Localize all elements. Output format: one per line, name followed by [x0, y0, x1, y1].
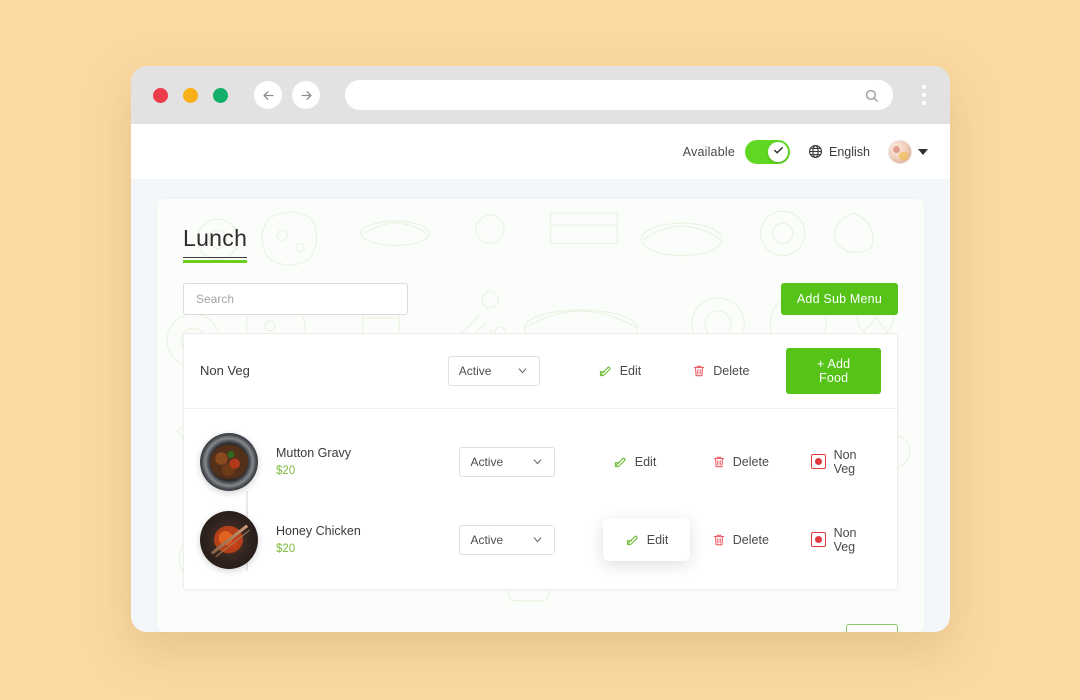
availability-control: Available: [682, 139, 790, 164]
app-header: Available English: [131, 124, 950, 179]
food-name: Mutton Gravy: [276, 446, 352, 460]
food-info: Honey Chicken $20: [200, 510, 459, 569]
language-selector[interactable]: English: [808, 144, 870, 159]
diet-type-label: Non Veg: [833, 525, 857, 554]
browser-chrome: [131, 66, 950, 124]
food-delete-cell: Delete: [702, 525, 811, 555]
content-card: Lunch Add Sub Menu Non Veg Active: [157, 199, 924, 632]
table-row: Mutton Gravy $20 Active Edit Delete Non …: [200, 423, 881, 501]
category-name: Non Veg: [200, 363, 250, 378]
kebab-menu-icon: [922, 93, 926, 97]
caret-down-icon: [918, 148, 928, 155]
add-food-button[interactable]: + Add Food: [786, 347, 881, 394]
trash-icon: [712, 455, 726, 469]
card-inner: Lunch Add Sub Menu Non Veg Active: [157, 199, 924, 632]
food-status-value: Active: [470, 454, 504, 469]
food-delete-label: Delete: [732, 532, 769, 547]
kebab-menu-icon: [922, 101, 926, 105]
food-thumbnail: [200, 432, 258, 491]
diet-type-label: Non Veg: [833, 447, 857, 476]
food-delete-button[interactable]: Delete: [702, 525, 779, 555]
table-row: Honey Chicken $20 Active Edit Delete Non…: [200, 501, 881, 579]
add-sub-menu-button[interactable]: Add Sub Menu: [780, 282, 898, 315]
menu-panel: Non Veg Active Edit Delete + Add Food Mu…: [183, 332, 898, 590]
kebab-menu-icon: [922, 85, 926, 89]
partial-bottom-button[interactable]: [846, 624, 898, 632]
address-bar[interactable]: [345, 80, 893, 110]
title-accent-underline: [183, 260, 247, 263]
food-status-select[interactable]: Active: [459, 524, 555, 555]
category-edit-cell: Edit: [588, 355, 683, 386]
food-name: Honey Chicken: [276, 524, 361, 538]
trash-icon: [712, 533, 726, 547]
arrow-left-icon: [261, 88, 276, 103]
category-delete-label: Delete: [713, 363, 750, 378]
availability-label: Available: [682, 144, 735, 159]
category-status-select[interactable]: Active: [447, 355, 540, 386]
minimize-window-button[interactable]: [183, 87, 198, 103]
food-edit-label: Edit: [646, 532, 669, 547]
avatar: [888, 139, 912, 164]
availability-toggle[interactable]: [745, 139, 790, 164]
non-veg-icon: [810, 532, 826, 547]
search-icon[interactable]: [864, 88, 879, 103]
browser-navigation: [254, 81, 320, 109]
food-price: $20: [276, 543, 296, 555]
back-button[interactable]: [254, 81, 282, 109]
food-list: Mutton Gravy $20 Active Edit Delete Non …: [184, 409, 897, 589]
food-thumbnail: [200, 510, 258, 569]
page-title: Lunch: [183, 225, 248, 258]
browser-window: Available English Lunch Search Add Sub M…: [131, 66, 950, 632]
food-status-select[interactable]: Active: [459, 446, 555, 477]
food-status-value: Active: [470, 532, 504, 547]
food-edit-cell: Edit: [602, 518, 702, 561]
chevron-down-icon: [531, 533, 544, 546]
trash-icon: [692, 364, 706, 378]
category-delete-cell: Delete: [682, 356, 786, 386]
maximize-window-button[interactable]: [213, 87, 228, 103]
category-delete-button[interactable]: Delete: [682, 356, 759, 386]
check-icon: [773, 143, 784, 161]
non-veg-icon: [810, 454, 826, 469]
food-edit-label: Edit: [634, 454, 657, 469]
page-body: Lunch Add Sub Menu Non Veg Active: [131, 179, 950, 632]
food-delete-label: Delete: [732, 454, 769, 469]
non-veg-dot: [814, 536, 822, 543]
chevron-down-icon: [516, 364, 529, 377]
category-edit-label: Edit: [619, 363, 642, 378]
food-edit-button[interactable]: Edit: [602, 518, 691, 561]
category-status-value: Active: [458, 363, 492, 378]
arrow-right-icon: [299, 88, 314, 103]
food-delete-cell: Delete: [702, 447, 811, 477]
browser-menu-button[interactable]: [912, 78, 936, 112]
diet-type-badge: Non Veg: [810, 525, 881, 554]
search-row: Add Sub Menu: [183, 282, 898, 315]
globe-icon: [808, 144, 823, 159]
close-window-button[interactable]: [153, 87, 168, 103]
window-controls: [153, 87, 228, 103]
language-label: English: [829, 144, 870, 159]
food-text: Mutton Gravy $20: [276, 446, 351, 477]
edit-pencil-icon: [598, 363, 613, 378]
category-edit-button[interactable]: Edit: [588, 355, 652, 386]
search-input[interactable]: [183, 282, 408, 315]
page-title-wrap: Lunch: [183, 225, 248, 263]
food-info: Mutton Gravy $20: [200, 432, 459, 491]
edit-pencil-icon: [625, 532, 640, 547]
food-price: $20: [276, 465, 296, 477]
toggle-knob: [768, 141, 788, 162]
edit-pencil-icon: [613, 454, 628, 469]
food-edit-cell: Edit: [603, 446, 702, 477]
user-menu[interactable]: [888, 139, 928, 164]
category-row: Non Veg Active Edit Delete + Add Food: [184, 334, 897, 409]
chevron-down-icon: [531, 455, 544, 468]
diet-type-badge: Non Veg: [810, 447, 881, 476]
non-veg-dot: [814, 458, 822, 465]
food-text: Honey Chicken $20: [276, 524, 361, 555]
forward-button[interactable]: [292, 81, 320, 109]
food-edit-button[interactable]: Edit: [603, 446, 667, 477]
food-delete-button[interactable]: Delete: [702, 447, 779, 477]
